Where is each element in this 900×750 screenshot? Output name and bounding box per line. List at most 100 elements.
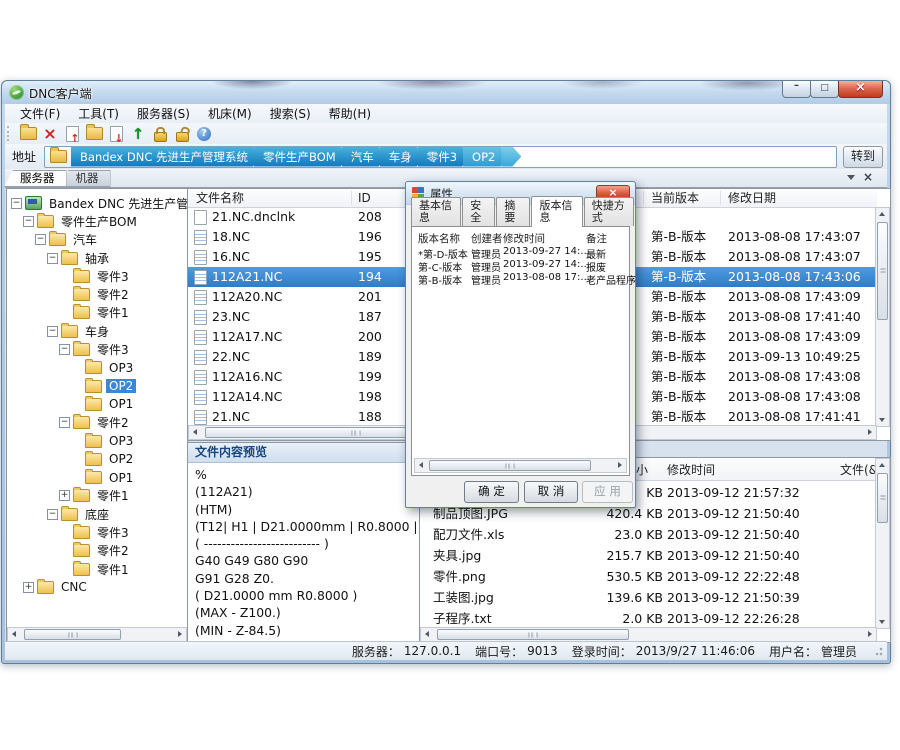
minimize-button[interactable] (782, 81, 811, 98)
upload-button[interactable]: ↑ (128, 125, 148, 143)
menu-item[interactable]: 工具(T) (69, 104, 128, 123)
tree-expander-icon[interactable] (47, 509, 58, 520)
tree-expander-icon[interactable] (59, 417, 70, 428)
version-column-creator[interactable]: 创建者 (471, 231, 503, 246)
dialog-tab[interactable]: 基本信息 (411, 197, 461, 226)
scroll-thumb[interactable] (877, 222, 888, 320)
apply-button[interactable]: 应 用 (582, 481, 633, 503)
delete-button[interactable]: × (40, 125, 60, 143)
scroll-thumb[interactable] (437, 629, 629, 640)
tree-node[interactable]: OP1 (7, 395, 187, 413)
tree-expander-icon[interactable] (23, 216, 34, 227)
scroll-left-icon[interactable] (425, 631, 429, 637)
close-tab-icon[interactable]: × (863, 171, 873, 183)
column-version[interactable]: 当前版本 (651, 190, 699, 206)
scroll-left-icon[interactable] (419, 462, 423, 468)
title-bar[interactable]: DNC客户端 (2, 81, 890, 104)
version-row[interactable]: 第-C-版本 管理员 2013-09-27 14:... 报废 (412, 259, 629, 272)
breadcrumb-item[interactable]: 零件3 (418, 147, 470, 167)
tree-expander-icon[interactable] (35, 234, 46, 245)
tree-node[interactable]: 零件2 (7, 542, 187, 560)
tree-node[interactable]: 零件1 (7, 560, 187, 578)
tree-node[interactable]: 零件1 (7, 304, 187, 322)
version-column-name[interactable]: 版本名称 (418, 231, 460, 246)
breadcrumb-item[interactable]: OP2 (463, 147, 508, 167)
tree-node[interactable]: 车身 (7, 322, 187, 340)
menu-item[interactable]: 文件(F) (11, 104, 69, 123)
scroll-down-icon[interactable] (879, 418, 885, 422)
attachments-vscrollbar[interactable] (875, 458, 890, 629)
version-column-note[interactable]: 备注 (586, 231, 607, 246)
new-folder-button[interactable] (18, 125, 38, 143)
checkout-file-button[interactable]: ↓ (106, 125, 126, 143)
dialog-tab[interactable]: 安全 (462, 197, 495, 226)
scroll-right-icon[interactable] (868, 631, 872, 637)
file-list-vscrollbar[interactable] (875, 207, 890, 427)
panel-tab[interactable]: 机器 (60, 170, 111, 187)
tree-node[interactable]: 零件3 (7, 523, 187, 541)
scroll-thumb[interactable] (24, 629, 121, 640)
tree-node[interactable]: OP2 (7, 450, 187, 468)
tree-expander-icon[interactable] (47, 326, 58, 337)
menu-item[interactable]: 机床(M) (199, 104, 261, 123)
tree-node[interactable]: 汽车 (7, 231, 187, 249)
tree-node[interactable]: 零件生产BOM (7, 212, 187, 230)
tree-hscrollbar[interactable] (7, 627, 187, 642)
scroll-down-icon[interactable] (879, 620, 885, 624)
attachment-row[interactable]: 配刀文件.xls 23.0 KB 2013-09-12 21:50:40 (420, 524, 877, 545)
scroll-left-icon[interactable] (12, 631, 16, 637)
tree-node[interactable]: 底座 (7, 505, 187, 523)
go-button[interactable]: 转到 (843, 146, 883, 168)
checkin-file-button[interactable]: ↑ (62, 125, 82, 143)
column-date[interactable]: 修改日期 (728, 190, 776, 206)
version-row[interactable]: 第-B-版本 管理员 2013-08-08 17:... 老产品程序 (412, 272, 629, 285)
version-row[interactable]: *第-D-版本 管理员 2013-09-27 14:... 最新 (412, 246, 629, 259)
tree-expander-icon[interactable] (11, 198, 22, 209)
tree-node[interactable]: Bandex DNC 先进生产管理系统 (7, 194, 187, 212)
breadcrumb-item[interactable]: 零件生产BOM (254, 147, 349, 167)
attachment-row[interactable]: 零件.png 530.5 KB 2013-09-12 22:22:48 (420, 566, 877, 587)
scroll-up-icon[interactable] (879, 463, 885, 467)
tree-node[interactable]: 零件3 (7, 340, 187, 358)
scroll-thumb[interactable] (877, 473, 888, 523)
breadcrumb-item[interactable]: Bandex DNC 先进生产管理系统 (71, 147, 261, 167)
tree-expander-icon[interactable] (59, 344, 70, 355)
lock-button[interactable] (150, 125, 170, 143)
tree-node[interactable]: 零件1 (7, 487, 187, 505)
attachment-row[interactable]: 子程序.txt 2.0 KB 2013-09-12 22:26:28 (420, 608, 877, 629)
ok-button[interactable]: 确 定 (464, 481, 519, 503)
tree-expander-icon[interactable] (23, 582, 34, 593)
tree-node[interactable]: 轴承 (7, 249, 187, 267)
dialog-hscrollbar[interactable] (414, 458, 627, 473)
tree-node[interactable]: 零件3 (7, 267, 187, 285)
tree-node[interactable]: OP1 (7, 468, 187, 486)
menu-item[interactable]: 帮助(H) (320, 104, 380, 123)
tree-expander-icon[interactable] (59, 490, 70, 501)
menu-item[interactable]: 搜索(S) (261, 104, 320, 123)
attachment-row[interactable]: 夹具.jpg 215.7 KB 2013-09-12 21:50:40 (420, 545, 877, 566)
tree-node[interactable]: OP2 (7, 377, 187, 395)
tree-expander-icon[interactable] (47, 253, 58, 264)
tree-node[interactable]: 零件2 (7, 414, 187, 432)
cancel-button[interactable]: 取 消 (524, 481, 578, 503)
tree-node[interactable]: OP3 (7, 432, 187, 450)
scroll-right-icon[interactable] (868, 429, 872, 435)
close-button[interactable] (838, 81, 883, 98)
attachments-hscrollbar[interactable] (420, 627, 877, 642)
tree-node[interactable]: OP3 (7, 359, 187, 377)
scroll-up-icon[interactable] (879, 212, 885, 216)
scroll-thumb[interactable] (429, 460, 591, 471)
scroll-right-icon[interactable] (618, 462, 622, 468)
attachment-row[interactable]: 工装图.jpg 139.6 KB 2013-09-12 21:50:39 (420, 587, 877, 608)
tree-node[interactable]: 零件2 (7, 285, 187, 303)
version-column-time[interactable]: 修改时间 (503, 231, 545, 246)
dialog-tab[interactable]: 版本信息 (531, 196, 583, 227)
scroll-right-icon[interactable] (178, 631, 182, 637)
unlock-button[interactable] (172, 125, 192, 143)
chevron-down-icon[interactable] (847, 175, 855, 180)
column-name[interactable]: 文件名称 (196, 190, 244, 206)
dialog-tab[interactable]: 摘要 (496, 197, 529, 226)
scroll-left-icon[interactable] (193, 429, 197, 435)
resize-grip[interactable] (873, 647, 883, 657)
column-id[interactable]: ID (358, 190, 371, 206)
